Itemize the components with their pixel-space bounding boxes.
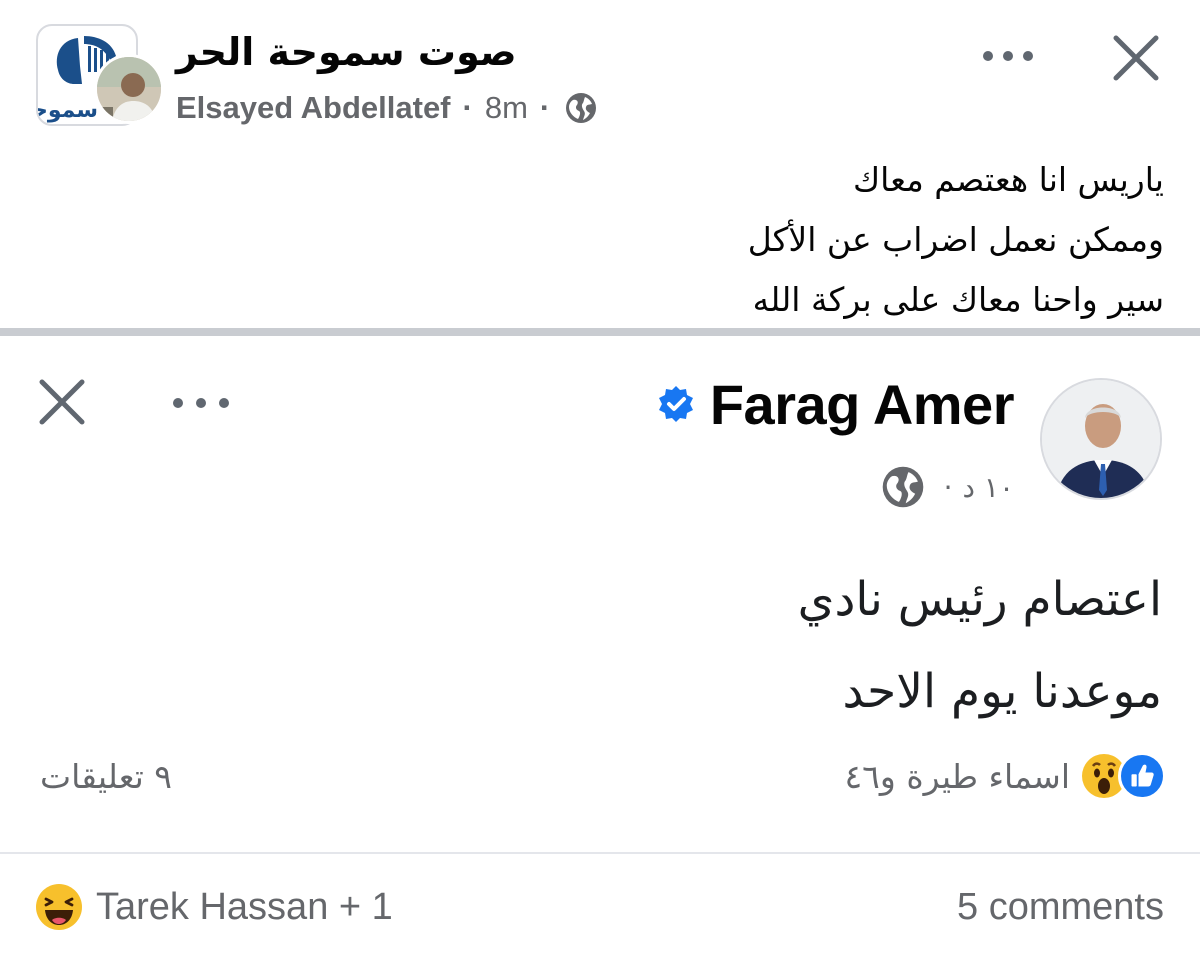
close-icon	[1113, 35, 1159, 81]
shared-comments-count: ٩ تعليقات	[40, 756, 173, 796]
profile-avatar-group[interactable]: سموحة	[36, 24, 166, 130]
shared-post-meta: ١٠ د ·	[880, 464, 1014, 510]
shared-reaction-icons	[1080, 752, 1166, 800]
meta-separator: ·	[462, 90, 473, 125]
author-avatar[interactable]	[94, 54, 164, 124]
shared-author-name: Farag Amer	[709, 372, 1015, 436]
close-button[interactable]	[1108, 30, 1164, 86]
shared-post-time: ١٠ د	[962, 470, 1014, 504]
more-dots-icon	[983, 51, 1033, 61]
post-text: ياريس انا هعتصم معاك وممكن نعمل اضراب عن…	[464, 150, 1164, 330]
shared-author-avatar	[1040, 378, 1162, 500]
shared-text-line: موعدنا يوم الاحد	[842, 664, 1163, 719]
page-name[interactable]: صوت سموحة الحر	[176, 30, 517, 74]
section-divider	[0, 328, 1200, 336]
footer-divider	[0, 852, 1200, 854]
shared-reactions-text: اسماء طيرة و٤٦	[844, 756, 1070, 796]
comments-count-link[interactable]: 5 comments	[957, 880, 1164, 934]
post-header: سموحة صوت سموحة الحر Elsayed Abdellatef …	[0, 0, 1200, 140]
post-text-line: وممكن نعمل اضراب عن الأكل	[747, 220, 1164, 259]
shared-post-text: اعتصام رئيس نادي موعدنا يوم الاحد	[462, 554, 1162, 738]
meta-separator: ·	[943, 470, 953, 504]
shared-author-row: Farag Amer	[656, 372, 1015, 436]
post-time[interactable]: 8m	[485, 90, 528, 126]
meta-separator: ·	[539, 90, 551, 125]
shared-post-image[interactable]: Farag Amer ١٠ د · اعتصام رئيس نادي موعدن…	[0, 336, 1200, 856]
reactions-summary-text: Tarek Hassan + 1	[96, 885, 393, 928]
post-text-line: ياريس انا هعتصم معاك	[852, 160, 1164, 199]
close-icon	[39, 379, 85, 425]
like-icon	[1118, 752, 1166, 800]
page-avatar-label: سموحة	[38, 98, 98, 123]
author-photo-icon	[97, 57, 161, 121]
author-name[interactable]: Elsayed Abdellatef	[176, 90, 451, 126]
globe-icon	[566, 93, 597, 123]
post-footer: Tarek Hassan + 1 5 comments	[0, 860, 1200, 960]
verified-badge-icon	[658, 386, 693, 422]
shared-close-icon	[36, 376, 88, 428]
globe-icon	[882, 466, 923, 508]
shared-text-line: اعتصام رئيس نادي	[797, 572, 1162, 627]
haha-icon	[36, 884, 82, 930]
more-options-button[interactable]	[972, 36, 1044, 76]
reactions-summary[interactable]: Tarek Hassan + 1	[34, 880, 393, 934]
shared-reactions: اسماء طيرة و٤٦	[844, 746, 1166, 806]
shared-more-dots	[166, 386, 236, 420]
post-text-line: سير واحنا معاك على بركة الله	[752, 280, 1164, 319]
more-dots-icon	[173, 398, 229, 408]
avatar-photo-icon	[1042, 380, 1160, 498]
post-meta: Elsayed Abdellatef · 8m ·	[176, 86, 598, 130]
